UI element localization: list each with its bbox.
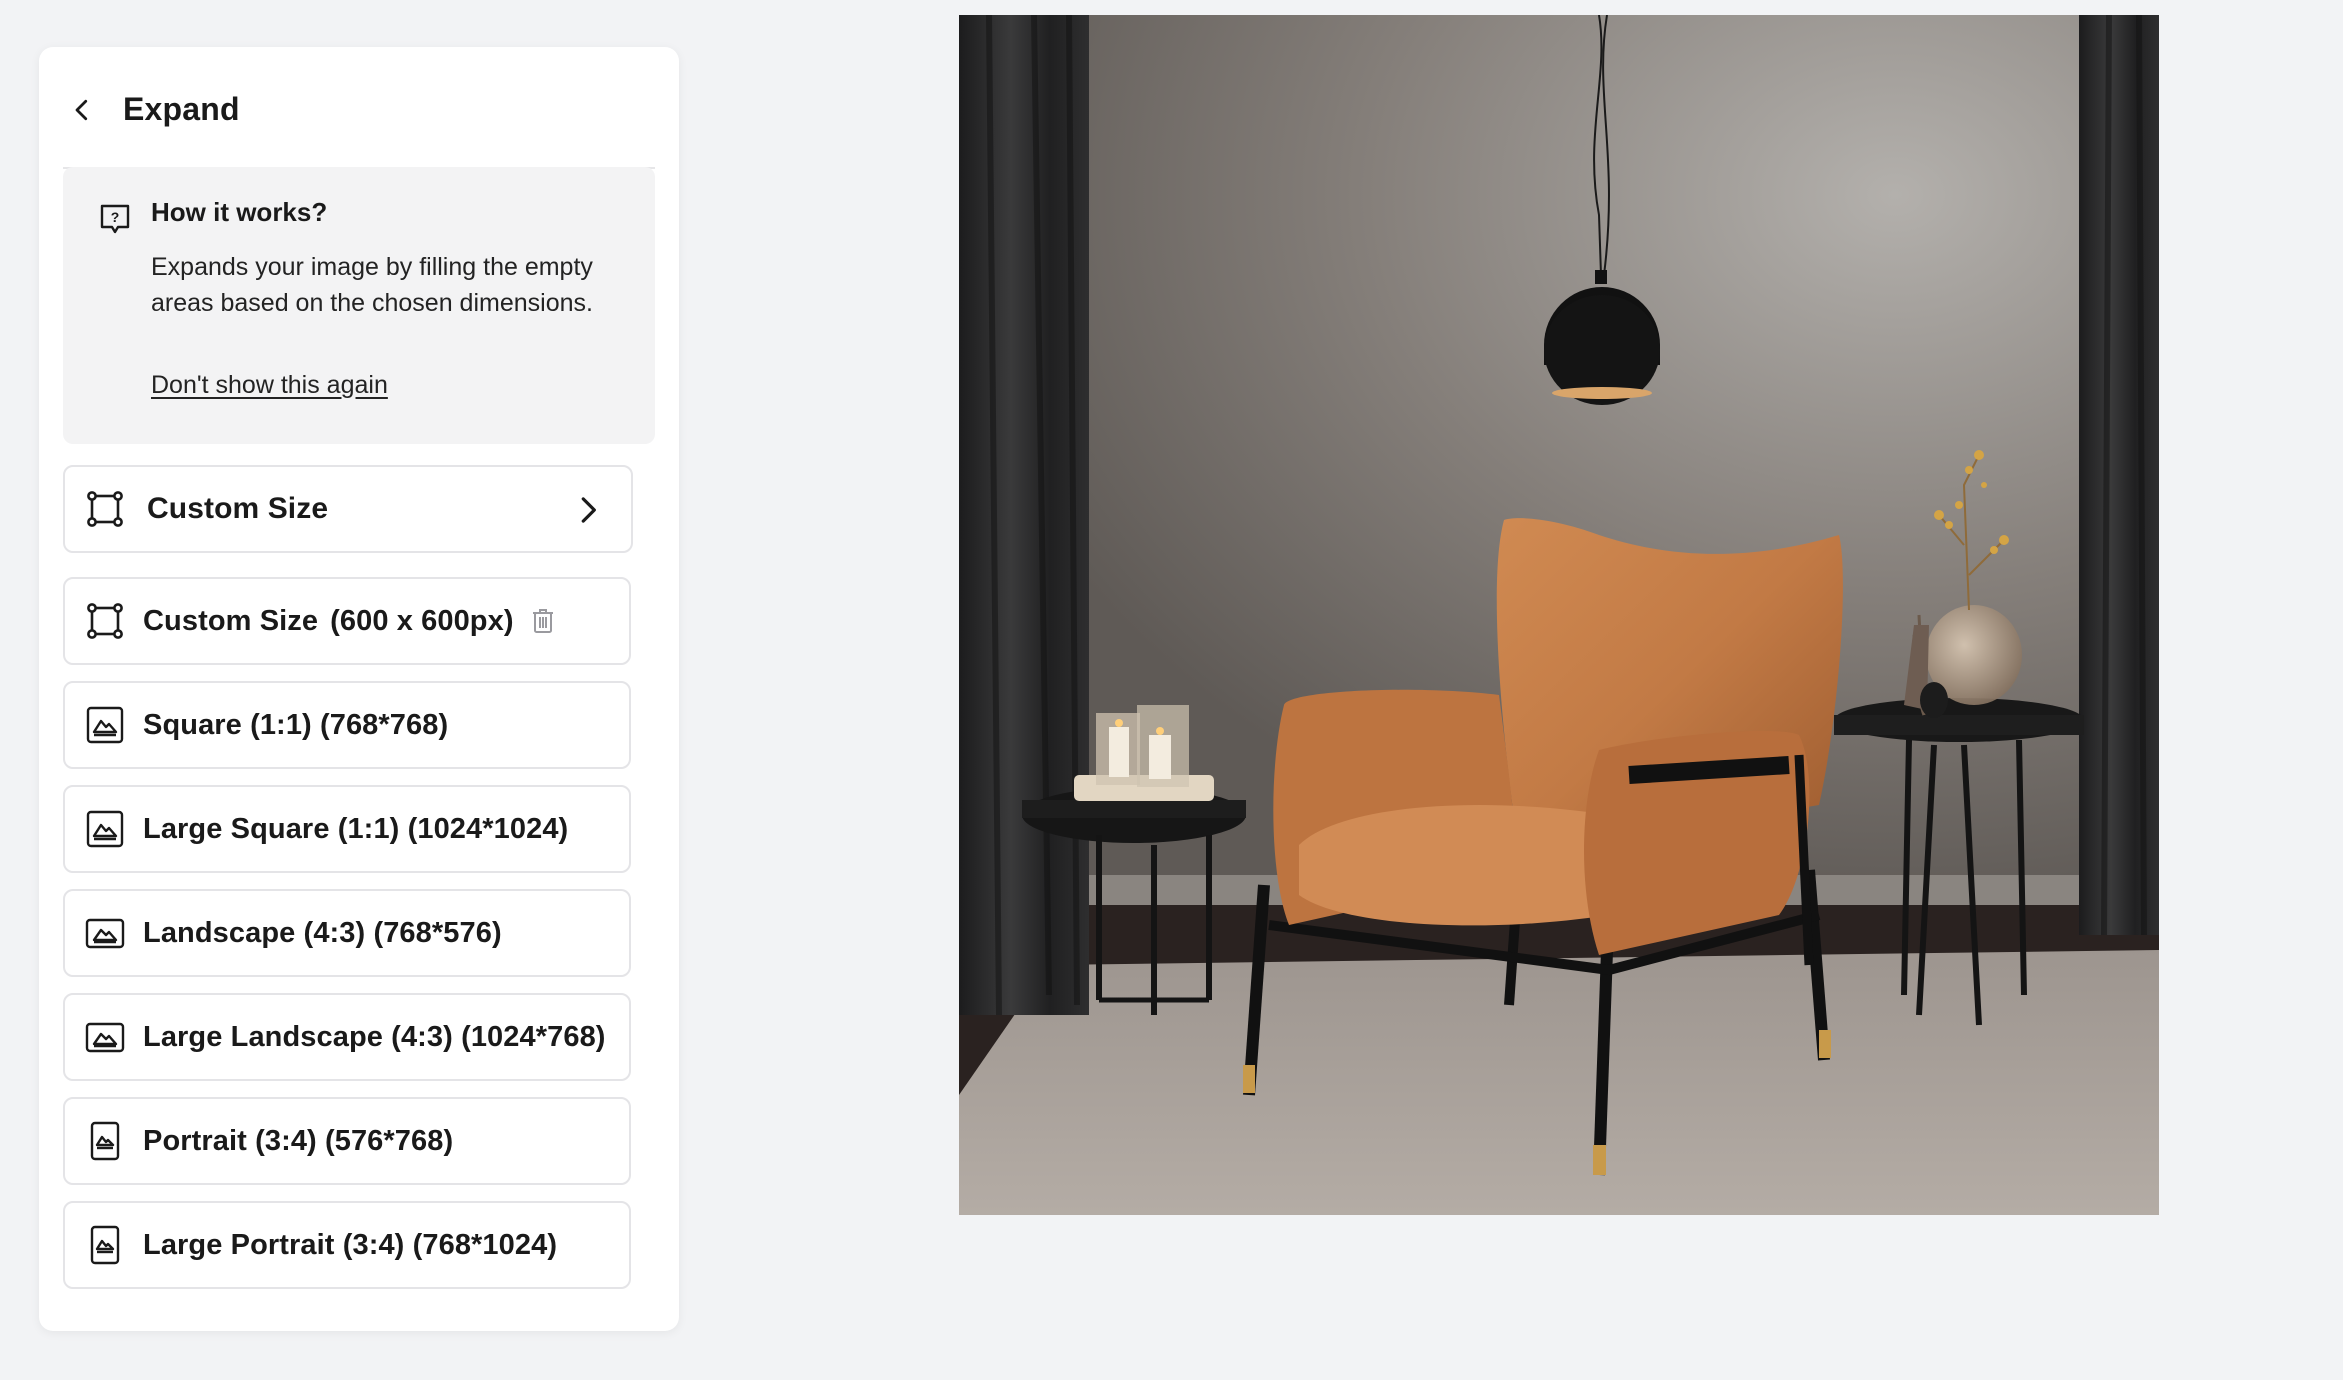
saved-custom-size-option[interactable]: Custom Size (600 x 600px) xyxy=(63,577,631,665)
info-description: Expands your image by filling the empty … xyxy=(151,253,593,317)
chevron-left-icon xyxy=(75,99,88,121)
image-landscape-icon xyxy=(85,1022,125,1053)
armchair-room-photo xyxy=(959,15,2159,1215)
preview-image[interactable] xyxy=(959,15,2159,1215)
info-title: How it works? xyxy=(151,197,328,227)
how-it-works-box: ? How it works? Expands your image by fi… xyxy=(63,167,655,444)
saved-custom-size-label: Custom Size xyxy=(143,604,319,637)
preset-large-landscape-1024x768[interactable]: Large Landscape (4:3) (1024*768) xyxy=(63,993,631,1081)
trash-icon[interactable] xyxy=(530,607,556,635)
panel-title: Expand xyxy=(123,91,240,127)
preset-label: Square (1:1) (768*768) xyxy=(143,708,449,741)
image-portrait-icon xyxy=(90,1225,120,1265)
preset-portrait-576x768[interactable]: Portrait (3:4) (576*768) xyxy=(63,1097,631,1185)
panel-header: Expand xyxy=(63,75,655,169)
crop-frame-icon xyxy=(87,603,123,639)
preset-square-768[interactable]: Square (1:1) (768*768) xyxy=(63,681,631,769)
expand-panel: Expand ? How it works? Expands your imag… xyxy=(39,47,679,1331)
help-question-icon: ? xyxy=(100,204,130,234)
svg-text:?: ? xyxy=(111,209,120,225)
preset-large-portrait-768x1024[interactable]: Large Portrait (3:4) (768*1024) xyxy=(63,1201,631,1289)
image-square-icon xyxy=(86,706,124,744)
crop-frame-icon xyxy=(87,491,123,527)
size-options-list[interactable]: Custom Size Custom Size (600 x 600px) Sq… xyxy=(63,465,655,1319)
custom-size-label: Custom Size xyxy=(147,492,329,525)
image-square-icon xyxy=(86,810,124,848)
preset-label: Landscape (4:3) (768*576) xyxy=(143,916,502,949)
preset-label: Large Landscape (4:3) (1024*768) xyxy=(143,1020,606,1053)
preset-large-square-1024[interactable]: Large Square (1:1) (1024*1024) xyxy=(63,785,631,873)
saved-custom-size-value: (600 x 600px) xyxy=(330,604,514,637)
dont-show-again-link[interactable]: Don't show this again xyxy=(151,371,388,400)
back-button[interactable] xyxy=(63,91,101,129)
image-landscape-icon xyxy=(85,918,125,949)
expand-tool-screen: Expand ? How it works? Expands your imag… xyxy=(0,0,2343,1380)
preset-label: Large Square (1:1) (1024*1024) xyxy=(143,812,569,845)
preset-landscape-768x576[interactable]: Landscape (4:3) (768*576) xyxy=(63,889,631,977)
preset-label: Portrait (3:4) (576*768) xyxy=(143,1124,454,1157)
image-portrait-icon xyxy=(90,1121,120,1161)
preset-label: Large Portrait (3:4) (768*1024) xyxy=(143,1228,558,1261)
chevron-right-icon xyxy=(581,497,596,523)
custom-size-button[interactable]: Custom Size xyxy=(63,465,633,553)
